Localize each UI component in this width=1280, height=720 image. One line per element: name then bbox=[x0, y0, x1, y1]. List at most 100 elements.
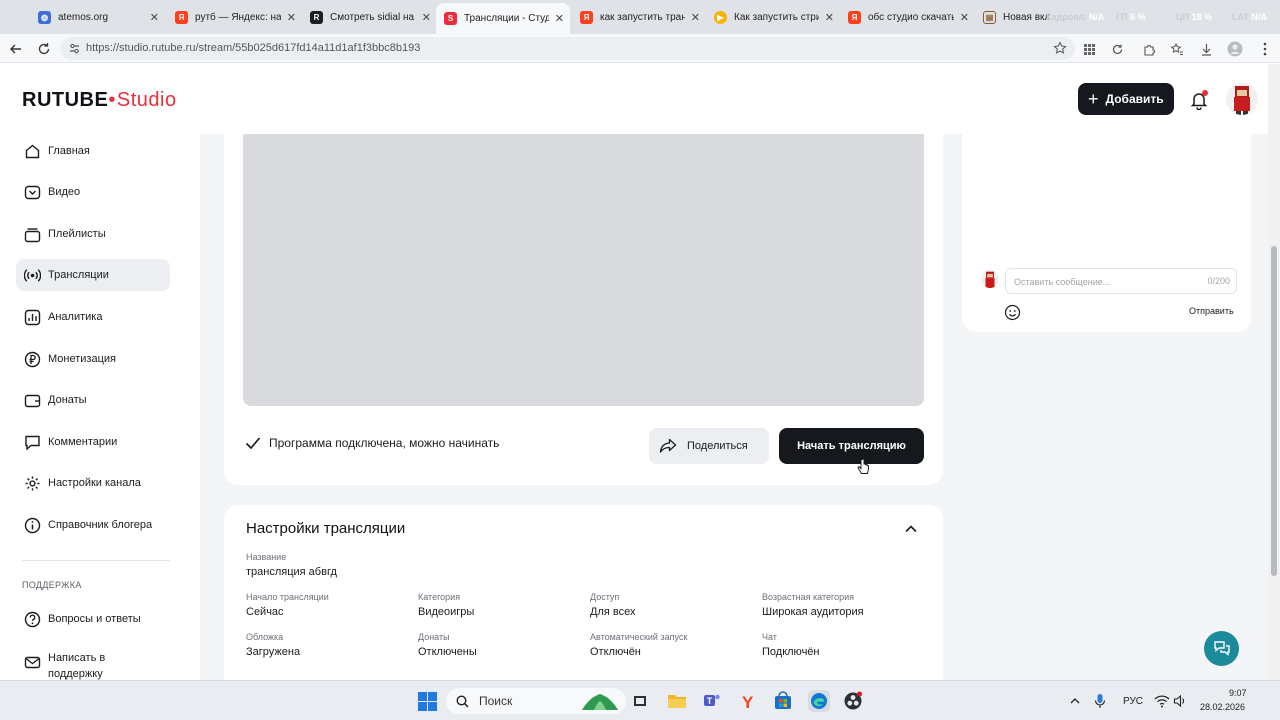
notifications-button[interactable] bbox=[1189, 90, 1209, 111]
back-button[interactable] bbox=[6, 39, 26, 59]
rutube-studio-logo[interactable]: RUTUBE•Studio bbox=[22, 89, 177, 112]
scrollbar-thumb[interactable] bbox=[1271, 246, 1277, 576]
field-age-rating: Возрастная категория Широкая аудитория bbox=[762, 592, 864, 618]
browser-tab[interactable]: Я рутб — Яндекс: нашл ✕ bbox=[167, 4, 302, 30]
chat-placeholder: Оставить сообщение... bbox=[1014, 277, 1111, 287]
site-info-icon[interactable] bbox=[68, 42, 81, 55]
sidebar-item-analytics[interactable]: Аналитика bbox=[16, 301, 170, 333]
field-label: Название bbox=[246, 552, 287, 562]
browser-tab[interactable]: ◍ atemos.org ✕ bbox=[30, 4, 165, 30]
reload-icon bbox=[38, 43, 50, 55]
file-explorer-icon[interactable] bbox=[667, 691, 687, 711]
browser-tab[interactable]: Я как запустить транс ✕ bbox=[572, 4, 706, 30]
yandex-browser-icon[interactable]: Y bbox=[738, 691, 758, 711]
microsoft-store-icon[interactable] bbox=[773, 691, 793, 711]
emoji-icon[interactable] bbox=[1004, 304, 1021, 321]
browser-tab[interactable]: ▤ Новая вкл bbox=[975, 4, 1055, 30]
sidebar-item-donations[interactable]: Донаты bbox=[16, 384, 170, 416]
sidebar-item-blogger-guide[interactable]: Справочник блогера bbox=[16, 509, 170, 541]
share-button[interactable]: Поделиться bbox=[649, 428, 769, 464]
teams-icon[interactable]: T bbox=[702, 691, 722, 711]
wifi-icon[interactable] bbox=[1152, 691, 1172, 711]
page-content: RUTUBE•Studio + Добавить Главная Видео П… bbox=[0, 64, 1280, 680]
tab-title: как запустить транс bbox=[600, 11, 685, 23]
field-label: Начало трансляции bbox=[246, 592, 329, 602]
field-value: трансляция абвгд bbox=[246, 566, 337, 578]
sidebar-item-broadcasts[interactable]: Трансляции bbox=[16, 259, 170, 291]
clock-time[interactable]: 9:07 bbox=[1229, 688, 1247, 698]
browser-tab-active[interactable]: S Трансляции - Студи ✕ bbox=[436, 3, 570, 34]
extensions-grid-icon[interactable] bbox=[1081, 41, 1097, 57]
sidebar-item-home[interactable]: Главная bbox=[16, 135, 170, 167]
sidebar-item-label: Вопросы и ответы bbox=[48, 613, 141, 625]
taskbar-search[interactable]: Поиск bbox=[446, 688, 626, 714]
close-icon[interactable]: ✕ bbox=[825, 11, 834, 24]
sidebar-item-comments[interactable]: Комментарии bbox=[16, 426, 170, 458]
home-icon bbox=[23, 142, 41, 160]
clock-date[interactable]: 28.02.2026 bbox=[1200, 702, 1245, 712]
add-button[interactable]: + Добавить bbox=[1078, 83, 1174, 115]
chat-message-input[interactable]: Оставить сообщение... 0/200 bbox=[1005, 268, 1237, 294]
close-icon[interactable]: ✕ bbox=[691, 11, 700, 24]
page-scrollbar[interactable] bbox=[1268, 64, 1280, 680]
task-view-icon[interactable] bbox=[630, 691, 650, 711]
profile-icon[interactable] bbox=[1227, 41, 1243, 57]
browser-tab-strip: ◍ atemos.org ✕ Я рутб — Яндекс: нашл ✕ R… bbox=[0, 0, 1280, 34]
sidebar-item-channel-settings[interactable]: Настройки канала bbox=[16, 467, 170, 499]
field-label: Автоматический запуск bbox=[590, 632, 688, 642]
field-donations: Донаты Отключены bbox=[418, 632, 477, 658]
sidebar-item-faq[interactable]: Вопросы и ответы bbox=[16, 603, 170, 635]
plus-icon: + bbox=[1088, 89, 1099, 109]
close-icon[interactable]: ✕ bbox=[960, 11, 969, 24]
playlist-icon bbox=[23, 225, 41, 243]
obs-studio-icon[interactable] bbox=[843, 691, 863, 711]
sidebar: Главная Видео Плейлисты Трансляции Анали… bbox=[0, 134, 200, 680]
status-text: Программа подключена, можно начинать bbox=[269, 436, 500, 450]
avatar[interactable] bbox=[1226, 83, 1258, 115]
chat-char-counter: 0/200 bbox=[1207, 276, 1230, 286]
chevron-up-icon[interactable] bbox=[1065, 691, 1085, 711]
chat-panel: Оставить сообщение... 0/200 Отправить bbox=[962, 134, 1251, 332]
chevron-up-icon[interactable] bbox=[904, 522, 918, 536]
close-icon[interactable]: ✕ bbox=[555, 12, 564, 25]
hand-cursor-icon bbox=[857, 458, 869, 474]
broadcast-settings-card: Настройки трансляции Название трансляция… bbox=[224, 505, 943, 680]
sidebar-item-monetization[interactable]: Монетизация bbox=[16, 343, 170, 375]
windows-start-icon[interactable] bbox=[417, 691, 437, 711]
field-value: Широкая аудитория bbox=[762, 606, 864, 618]
sync-icon[interactable] bbox=[1109, 41, 1125, 57]
close-icon[interactable]: ✕ bbox=[150, 11, 159, 24]
stream-preview[interactable] bbox=[243, 134, 924, 406]
browser-tab[interactable]: ▶ Как запустить стрим ✕ bbox=[706, 4, 840, 30]
sidebar-item-contact-support[interactable]: Написать в поддержку bbox=[16, 648, 170, 680]
field-label: Чат bbox=[762, 632, 777, 642]
edge-browser-icon[interactable] bbox=[808, 690, 830, 712]
reload-button[interactable] bbox=[34, 39, 54, 59]
extension-icon[interactable] bbox=[1141, 41, 1157, 57]
info-icon bbox=[23, 516, 41, 534]
sidebar-item-video[interactable]: Видео bbox=[16, 176, 170, 208]
field-label: Возрастная категория bbox=[762, 592, 854, 602]
microphone-icon[interactable] bbox=[1090, 691, 1110, 711]
download-icon[interactable] bbox=[1198, 41, 1214, 57]
address-bar[interactable]: https://studio.rutube.ru/stream/55b025d6… bbox=[60, 37, 1075, 60]
volume-icon[interactable] bbox=[1170, 691, 1190, 711]
browser-toolbar: https://studio.rutube.ru/stream/55b025d6… bbox=[0, 34, 1280, 63]
close-icon[interactable]: ✕ bbox=[422, 11, 431, 24]
favorites-icon[interactable] bbox=[1169, 41, 1185, 57]
more-icon[interactable] bbox=[1257, 41, 1273, 57]
start-broadcast-button[interactable]: Начать трансляцию bbox=[779, 428, 924, 464]
support-heading: ПОДДЕРЖКА bbox=[22, 580, 82, 590]
browser-tab[interactable]: R Смотреть sidial на R ✕ bbox=[302, 4, 437, 30]
star-icon[interactable] bbox=[1053, 41, 1067, 55]
browser-tab[interactable]: Я обс студио скачать ✕ bbox=[840, 4, 975, 30]
field-label: Доступ bbox=[590, 592, 620, 602]
field-value: Подключён bbox=[762, 646, 820, 658]
settings-title: Настройки трансляции bbox=[246, 520, 406, 537]
chat-send-button[interactable]: Отправить bbox=[1189, 306, 1234, 316]
language-indicator[interactable]: РУС bbox=[1123, 696, 1143, 707]
help-chat-button[interactable] bbox=[1204, 631, 1239, 666]
close-icon[interactable]: ✕ bbox=[287, 11, 296, 24]
tab-title: рутб — Яндекс: нашл bbox=[195, 11, 281, 23]
sidebar-item-playlists[interactable]: Плейлисты bbox=[16, 218, 170, 250]
